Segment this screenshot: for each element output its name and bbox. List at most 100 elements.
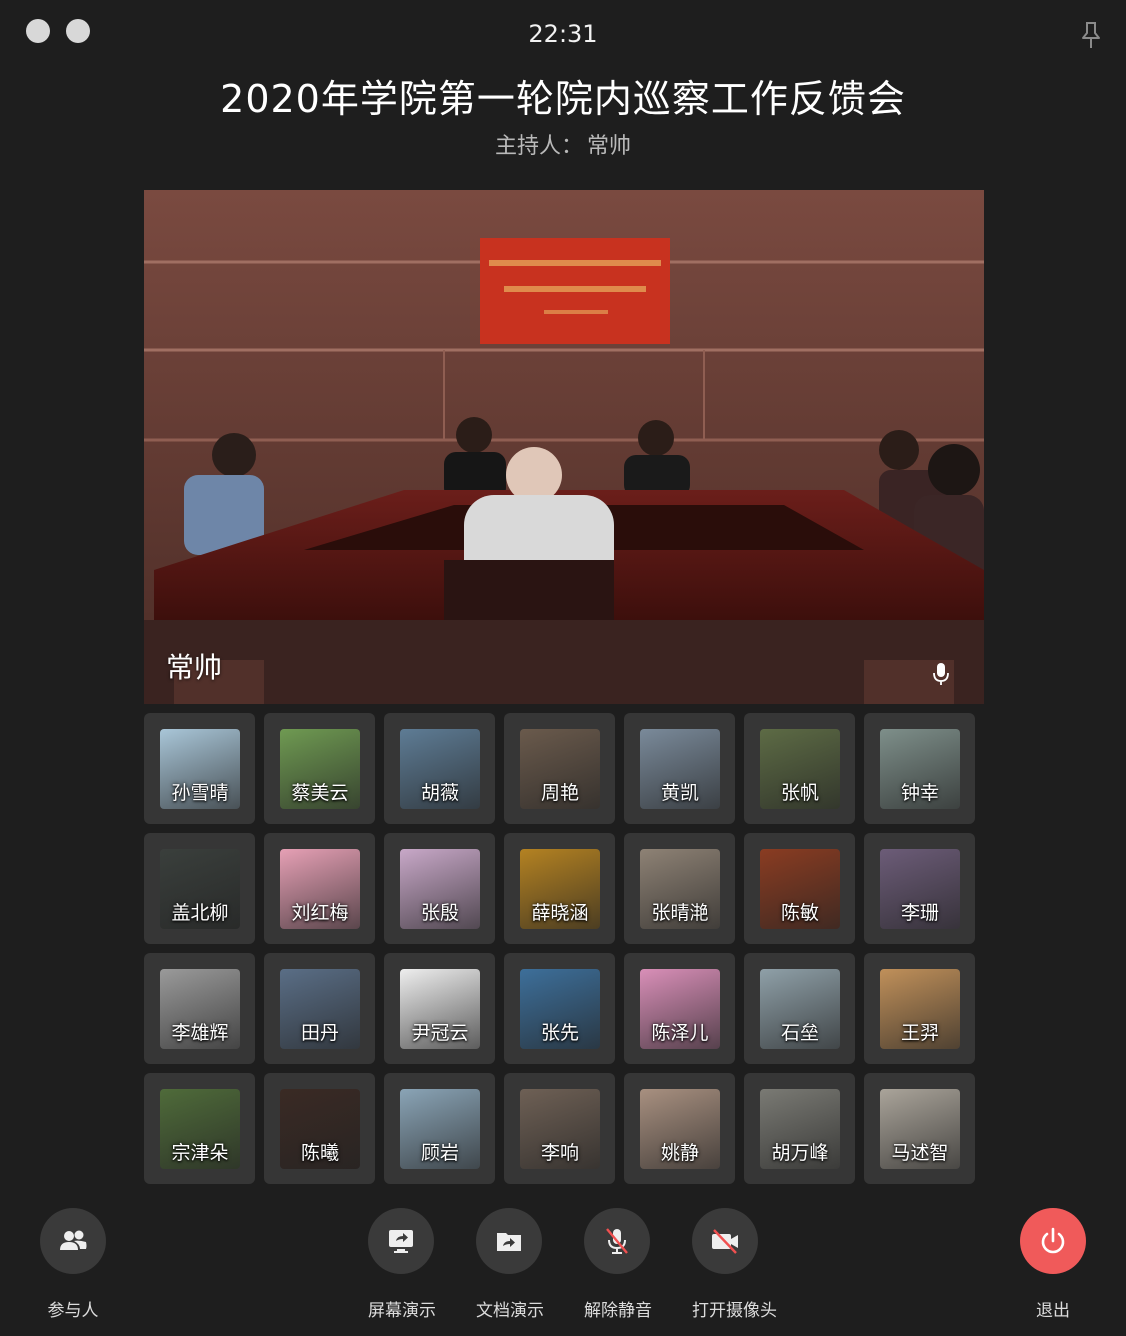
participant-name: 顾岩 — [420, 1142, 459, 1164]
participant-avatar: 陈泽儿 — [640, 969, 720, 1049]
participant-tile[interactable]: 薛晓涵 — [504, 833, 615, 944]
participant-tile[interactable]: 李雄辉 — [144, 953, 255, 1064]
participant-avatar: 黄凯 — [640, 729, 720, 809]
participant-tile[interactable]: 陈敏 — [744, 833, 855, 944]
participant-name: 田丹 — [300, 1022, 339, 1044]
participant-tile[interactable]: 尹冠云 — [384, 953, 495, 1064]
camera-on-label: 打开摄像头 — [692, 1301, 777, 1321]
participant-avatar: 田丹 — [280, 969, 360, 1049]
screen-share-label: 屏幕演示 — [368, 1301, 436, 1321]
participant-name: 胡薇 — [420, 782, 459, 804]
participant-name: 蔡美云 — [291, 782, 349, 804]
participant-name: 姚静 — [660, 1142, 699, 1164]
participant-avatar: 钟幸 — [880, 729, 960, 809]
participant-tile[interactable]: 张晴滟 — [624, 833, 735, 944]
camera-on-button[interactable]: 打开摄像头 — [692, 1208, 777, 1321]
participant-avatar: 张先 — [520, 969, 600, 1049]
participant-avatar: 李雄辉 — [160, 969, 240, 1049]
participant-tile[interactable]: 李珊 — [864, 833, 975, 944]
participant-name: 李响 — [540, 1142, 579, 1164]
participant-tile[interactable]: 周艳 — [504, 713, 615, 824]
participant-name: 张先 — [540, 1022, 579, 1044]
participant-avatar: 姚静 — [640, 1089, 720, 1169]
exit-button[interactable]: 退出 — [1020, 1208, 1086, 1321]
participant-name: 孙雪晴 — [171, 782, 229, 804]
folder-share-icon — [497, 1233, 521, 1251]
participant-tile[interactable]: 蔡美云 — [264, 713, 375, 824]
participant-avatar: 周艳 — [520, 729, 600, 809]
participant-avatar: 盖北柳 — [160, 849, 240, 929]
participant-name: 石垒 — [780, 1022, 819, 1044]
participant-name: 李珊 — [900, 902, 939, 924]
participant-name: 王羿 — [900, 1022, 939, 1044]
participant-tile[interactable]: 胡万峰 — [744, 1073, 855, 1184]
participant-avatar: 宗津朵 — [160, 1089, 240, 1169]
participant-tile[interactable]: 张殷 — [384, 833, 495, 944]
participant-name: 胡万峰 — [771, 1142, 829, 1164]
participant-name: 薛晓涵 — [531, 902, 589, 924]
participant-tile[interactable]: 盖北柳 — [144, 833, 255, 944]
participant-avatar: 薛晓涵 — [520, 849, 600, 929]
unmute-label: 解除静音 — [584, 1301, 652, 1321]
power-icon — [1041, 1227, 1065, 1254]
participant-name: 张殷 — [420, 902, 459, 924]
pin-icon[interactable] — [1078, 20, 1104, 50]
participant-name: 张帆 — [780, 782, 819, 804]
participant-tile[interactable]: 张先 — [504, 953, 615, 1064]
participants-label: 参与人 — [47, 1301, 99, 1321]
participant-name: 钟幸 — [900, 782, 939, 804]
participant-name: 陈敏 — [780, 902, 819, 924]
people-icon — [60, 1230, 87, 1250]
participant-tile[interactable]: 姚静 — [624, 1073, 735, 1184]
participant-name: 周艳 — [540, 782, 579, 804]
speaker-name: 常帅 — [166, 651, 223, 684]
participant-name: 陈曦 — [300, 1142, 339, 1164]
participant-avatar: 顾岩 — [400, 1089, 480, 1169]
participant-avatar: 张帆 — [760, 729, 840, 809]
participant-avatar: 胡万峰 — [760, 1089, 840, 1169]
participant-name: 李雄辉 — [171, 1022, 229, 1044]
participant-tile[interactable]: 田丹 — [264, 953, 375, 1064]
participants-button[interactable]: 参与人 — [40, 1208, 106, 1321]
participant-name: 张晴滟 — [651, 902, 709, 924]
participant-tile[interactable]: 黄凯 — [624, 713, 735, 824]
participant-tile[interactable]: 马述智 — [864, 1073, 975, 1184]
participant-name: 陈泽儿 — [651, 1022, 709, 1044]
participant-avatar: 尹冠云 — [400, 969, 480, 1049]
participant-tile[interactable]: 钟幸 — [864, 713, 975, 824]
screen-share-icon — [389, 1230, 413, 1253]
host-name: 常帅 — [587, 134, 632, 159]
participant-tile[interactable]: 胡薇 — [384, 713, 495, 824]
participant-tile[interactable]: 陈泽儿 — [624, 953, 735, 1064]
participant-avatar: 张晴滟 — [640, 849, 720, 929]
screen-share-button[interactable]: 屏幕演示 — [368, 1208, 436, 1321]
meeting-room-video-frame — [144, 190, 984, 704]
participant-avatar: 刘红梅 — [280, 849, 360, 929]
participant-avatar: 陈敏 — [760, 849, 840, 929]
exit-label: 退出 — [1036, 1301, 1070, 1321]
mic-muted-icon — [606, 1228, 628, 1254]
participant-avatar: 石垒 — [760, 969, 840, 1049]
participant-tile[interactable]: 孙雪晴 — [144, 713, 255, 824]
participant-avatar: 李珊 — [880, 849, 960, 929]
participant-tile[interactable]: 顾岩 — [384, 1073, 495, 1184]
clock: 22:31 — [528, 20, 598, 48]
doc-share-label: 文档演示 — [476, 1301, 544, 1321]
host-label: 主持人： — [494, 134, 583, 159]
main-video[interactable]: 常帅 — [144, 190, 984, 704]
participant-tile[interactable]: 李响 — [504, 1073, 615, 1184]
participant-avatar: 孙雪晴 — [160, 729, 240, 809]
unmute-button[interactable]: 解除静音 — [584, 1208, 652, 1321]
participant-tile[interactable]: 石垒 — [744, 953, 855, 1064]
participant-tile[interactable]: 王羿 — [864, 953, 975, 1064]
participant-tile[interactable]: 陈曦 — [264, 1073, 375, 1184]
doc-share-button[interactable]: 文档演示 — [476, 1208, 544, 1321]
meeting-title: 2020年学院第一轮院内巡察工作反馈会 — [220, 77, 906, 121]
participant-tile[interactable]: 张帆 — [744, 713, 855, 824]
camera-off-icon — [712, 1229, 738, 1254]
participant-avatar: 蔡美云 — [280, 729, 360, 809]
participant-name: 马述智 — [891, 1142, 949, 1164]
participant-tile[interactable]: 宗津朵 — [144, 1073, 255, 1184]
participant-avatar: 胡薇 — [400, 729, 480, 809]
participant-tile[interactable]: 刘红梅 — [264, 833, 375, 944]
